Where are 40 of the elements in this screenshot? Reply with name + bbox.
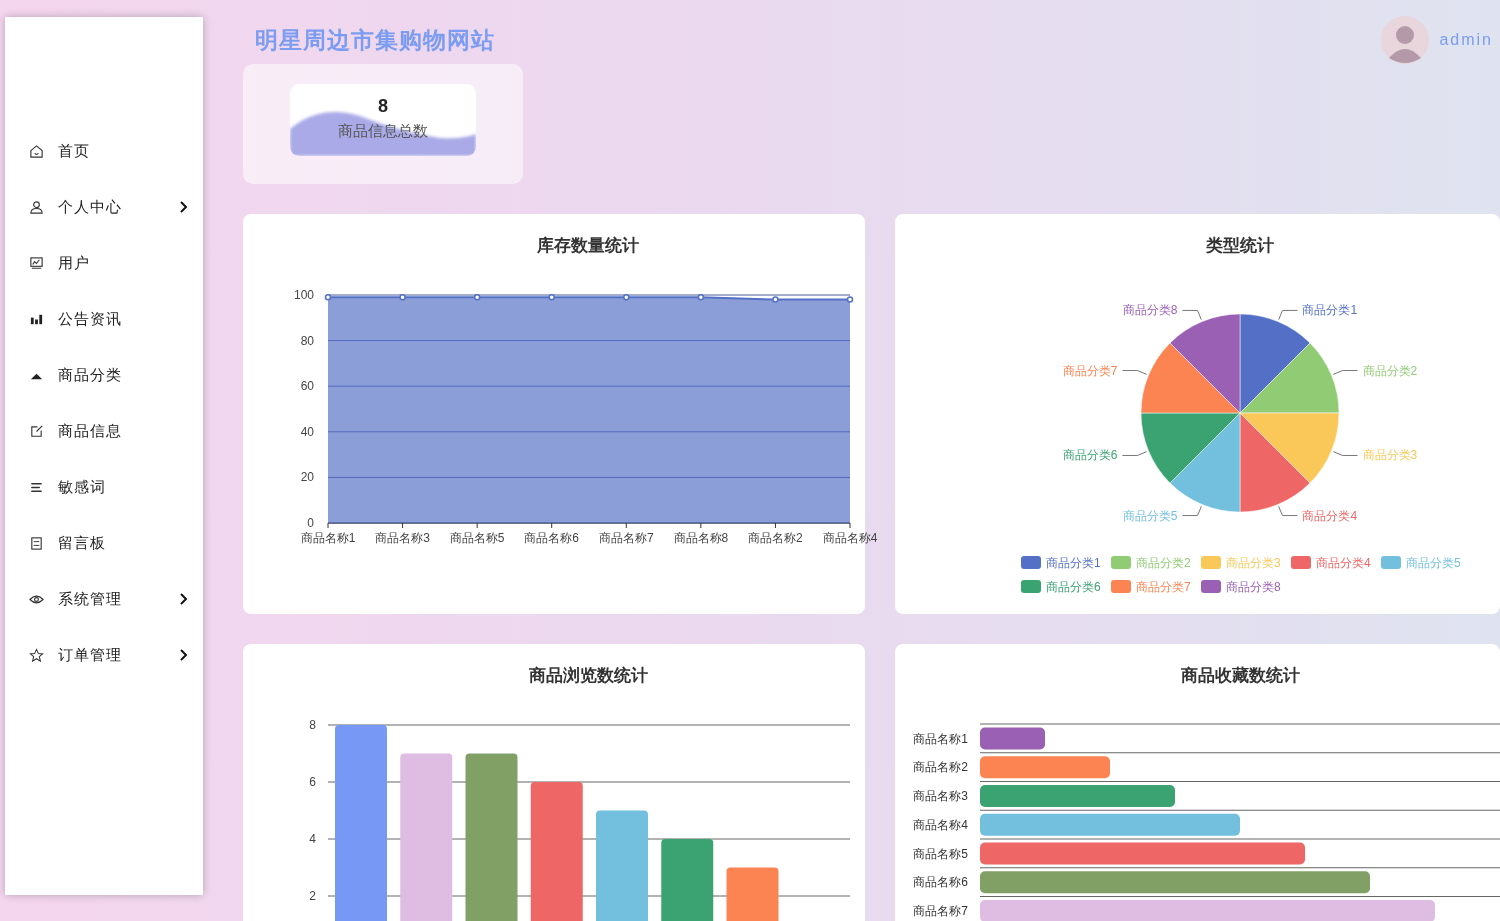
axis-label: 40: [300, 424, 314, 439]
axis-label: 商品名称4: [913, 817, 968, 832]
stat-label: 商品信息总数: [338, 122, 428, 141]
axis-label: 80: [300, 333, 314, 348]
stat-value: 8: [378, 96, 388, 117]
axis-label: 商品名称7: [913, 904, 968, 918]
axis-label: 2: [309, 889, 316, 903]
slice-label: 商品分类1: [1302, 303, 1358, 318]
axis-label: 商品名称6: [913, 875, 968, 890]
axis-label: 商品名称6: [524, 531, 580, 545]
chart-title: 商品收藏数统计: [1180, 666, 1300, 685]
axis-label: 商品名称8: [673, 531, 729, 545]
axis-label: 商品名称1: [300, 531, 356, 545]
axis-label: 60: [300, 379, 314, 394]
slice-label: 商品分类3: [1362, 448, 1418, 463]
axis-label: 20: [300, 470, 314, 485]
slice-label: 商品分类7: [1062, 363, 1118, 378]
axis-label: 商品名称7: [598, 531, 654, 545]
axis-label: 商品名称2: [913, 760, 968, 775]
site-title: 明星周边市集购物网站: [255, 25, 495, 55]
slice-label: 商品分类5: [1122, 508, 1178, 523]
slice-label: 商品分类2: [1362, 363, 1418, 378]
axis-label: 0: [307, 516, 314, 530]
axis-label: 8: [309, 718, 316, 732]
slice-label: 商品分类4: [1302, 508, 1358, 523]
chart-title: 类型统计: [1206, 236, 1274, 255]
axis-label: 商品名称2: [748, 531, 803, 545]
chart-title: 库存数量统计: [537, 236, 639, 255]
axis-label: 商品名称5: [449, 531, 505, 545]
axis-label: 4: [309, 832, 316, 846]
axis-label: 商品名称3: [375, 531, 430, 545]
axis-label: 100: [293, 288, 314, 302]
axis-label: 商品名称3: [913, 789, 968, 803]
axis-label: 商品名称5: [913, 846, 968, 861]
slice-label: 商品分类8: [1122, 303, 1178, 318]
axis-label: 6: [309, 775, 316, 789]
axis-label: 商品名称4: [822, 531, 878, 545]
chart-title: 商品浏览数统计: [528, 666, 648, 685]
axis-label: 商品名称1: [913, 731, 968, 746]
slice-label: 商品分类6: [1062, 448, 1118, 463]
